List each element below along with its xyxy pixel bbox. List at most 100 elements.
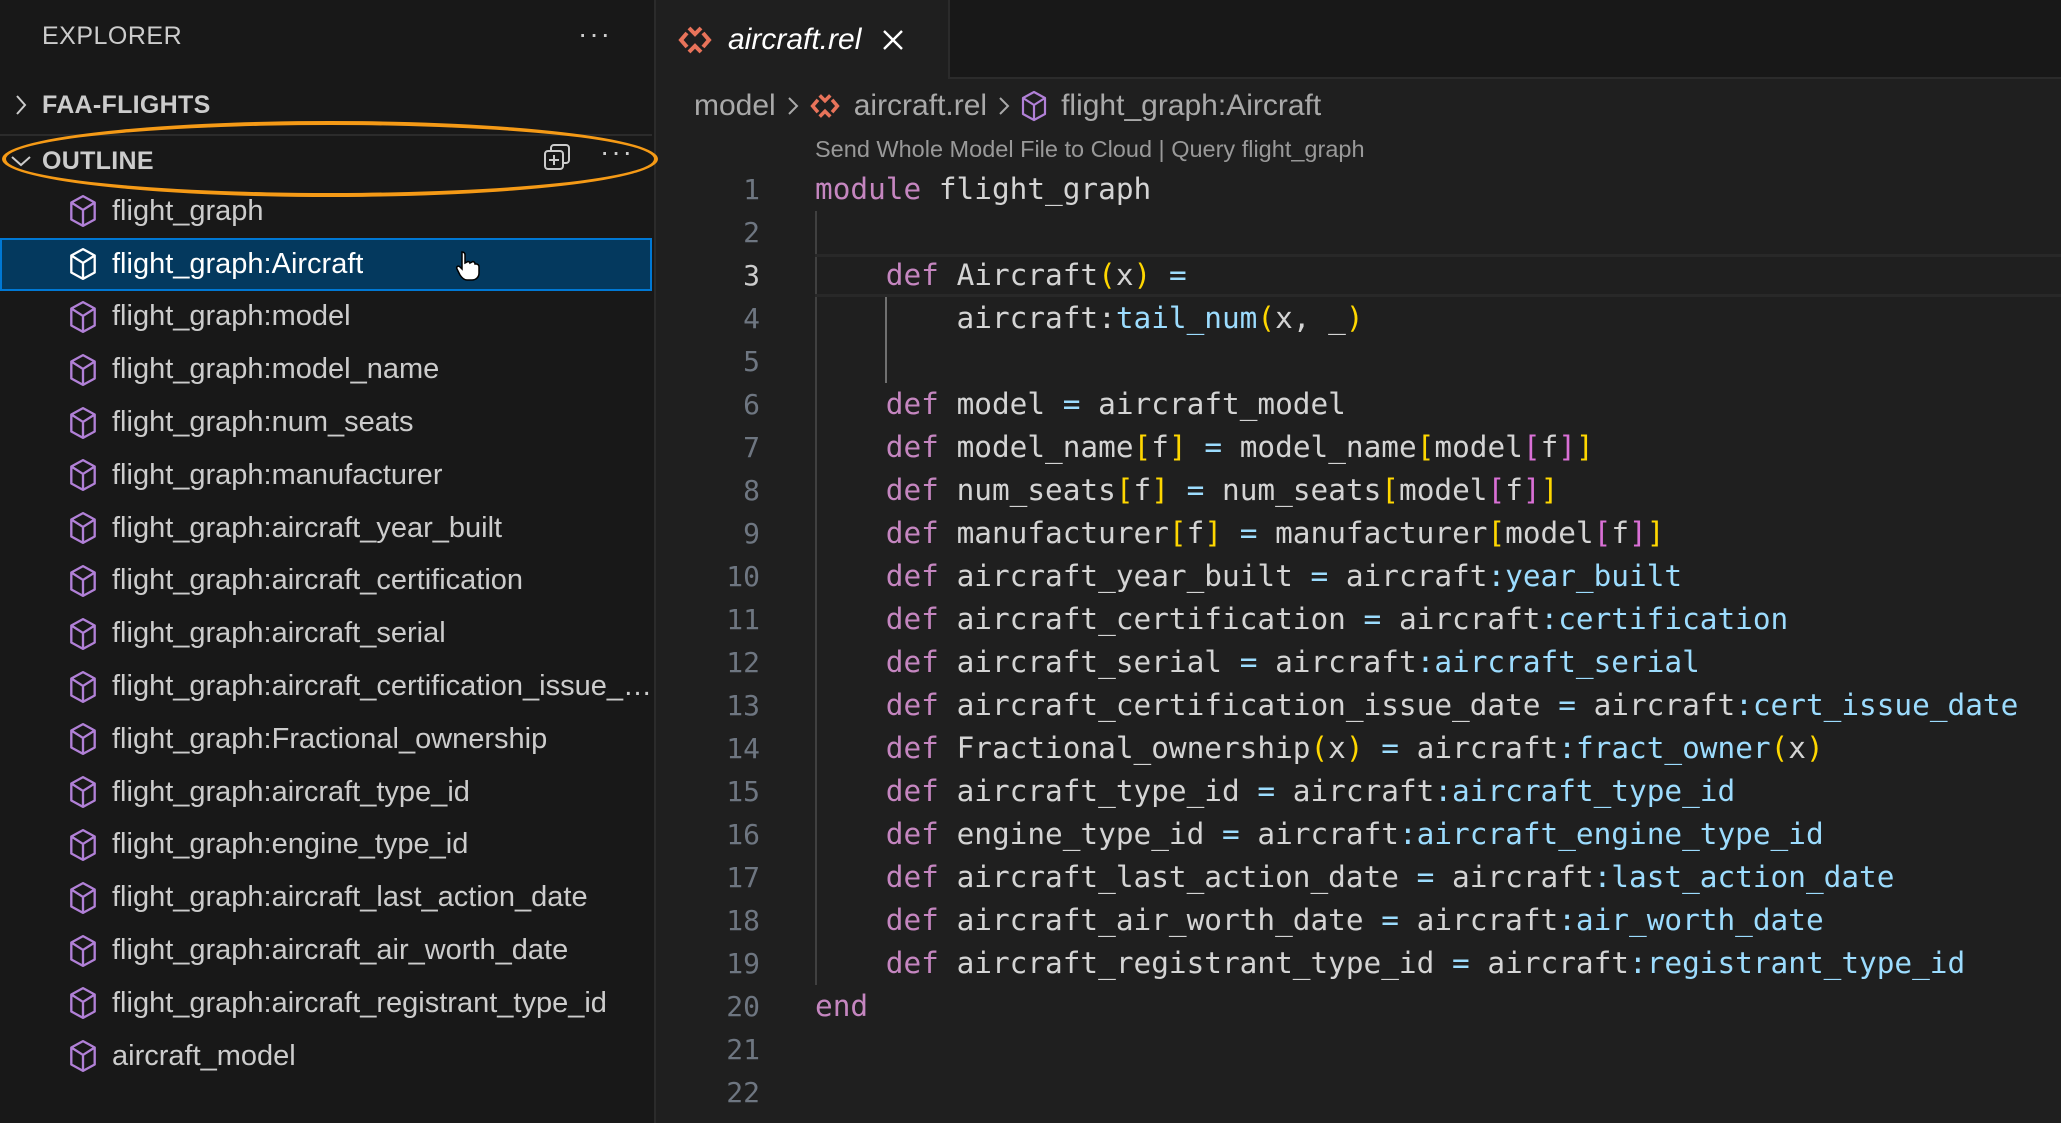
- code-token: model: [1505, 516, 1594, 550]
- code-token: aircraft_certification: [938, 602, 1364, 636]
- code-token: model_name: [938, 430, 1134, 464]
- code-token: manufacturer: [1257, 516, 1488, 550]
- outline-item[interactable]: flight_graph:num_seats: [0, 396, 652, 449]
- outline-item[interactable]: flight_graph:aircraft_serial: [0, 607, 652, 660]
- outline-actions: ···: [542, 138, 634, 172]
- breadcrumb-symbol[interactable]: flight_graph:Aircraft: [1021, 89, 1321, 123]
- module-cube-icon: [68, 1039, 98, 1073]
- module-cube-icon: [68, 458, 98, 492]
- breadcrumb-file[interactable]: aircraft.rel: [810, 89, 987, 123]
- section-label: OUTLINE: [42, 146, 154, 175]
- outline-item-label: flight_graph:engine_type_id: [112, 828, 469, 861]
- close-tab-button[interactable]: [881, 28, 905, 52]
- line-number: 17: [726, 861, 760, 894]
- outline-item-label: flight_graph:aircraft_air_worth_date: [112, 934, 569, 967]
- code-token: ): [1806, 731, 1824, 765]
- code-line: def aircraft_certification_issue_date = …: [815, 684, 2061, 727]
- code-token: flight_graph: [921, 172, 1152, 206]
- query-module-link[interactable]: Query flight_graph: [1171, 136, 1364, 163]
- outline-item[interactable]: flight_graph:aircraft_certification_issu…: [0, 660, 652, 713]
- code-token: :fract_owner: [1558, 731, 1771, 765]
- code-token: def: [885, 903, 939, 937]
- code-token: =: [1239, 516, 1258, 550]
- line-number: 22: [726, 1076, 760, 1109]
- code-token: :last_action_date: [1593, 860, 1895, 894]
- outline-item[interactable]: flight_graph:model_name: [0, 343, 652, 396]
- outline-item-label: flight_graph:model_name: [112, 353, 440, 386]
- code-token: num_seats: [938, 473, 1116, 507]
- codelens-separator: |: [1152, 136, 1172, 162]
- outline-item[interactable]: flight_graph: [0, 185, 652, 238]
- chevron-right-icon: [786, 94, 800, 118]
- code-token: =: [1186, 473, 1205, 507]
- code-line: def model = aircraft_model: [815, 383, 2061, 426]
- explorer-more-actions-button[interactable]: ···: [578, 18, 612, 50]
- outline-item[interactable]: flight_graph:aircraft_type_id: [0, 766, 652, 819]
- module-cube-icon: [68, 986, 98, 1020]
- code-token: def: [885, 731, 939, 765]
- code-token: f: [1611, 516, 1630, 550]
- section-label: FAA-FLIGHTS: [42, 90, 211, 119]
- code-token: f: [1505, 473, 1523, 507]
- outline-item[interactable]: flight_graph:engine_type_id: [0, 819, 652, 872]
- breadcrumb-label: flight_graph:Aircraft: [1061, 89, 1322, 122]
- code-token: aircraft: [1398, 731, 1559, 765]
- outline-item-label: flight_graph:Fractional_ownership: [112, 722, 548, 755]
- code-line: def num_seats[f] = num_seats[model[f]]: [815, 469, 2061, 512]
- code-token: :aircraft_type_id: [1434, 774, 1736, 808]
- outline-item[interactable]: flight_graph:aircraft_certification: [0, 555, 652, 608]
- outline-item[interactable]: flight_graph:aircraft_registrant_type_id: [0, 977, 652, 1030]
- code-token: =: [1222, 817, 1240, 851]
- code-token: :cert_issue_date: [1735, 688, 2019, 722]
- outline-item[interactable]: flight_graph:Fractional_ownership: [0, 713, 652, 766]
- code-token: ]: [1168, 430, 1187, 464]
- code-token: =: [1168, 258, 1187, 292]
- outline-item[interactable]: flight_graph:aircraft_year_built: [0, 502, 652, 555]
- code-token: aircraft:: [815, 301, 1116, 335]
- code-line: module flight_graph: [815, 168, 2061, 211]
- code-token: def: [885, 602, 939, 636]
- code-token: tail_num: [1115, 301, 1258, 335]
- outline-item[interactable]: flight_graph:Aircraft: [0, 237, 652, 291]
- expand-all-button[interactable]: [542, 142, 572, 172]
- breadcrumb-model[interactable]: model: [694, 89, 776, 123]
- line-number: 20: [726, 990, 760, 1023]
- code-token: aircraft: [1328, 559, 1488, 593]
- outline-more-actions-button[interactable]: ···: [600, 138, 634, 166]
- code-token: [: [1133, 430, 1152, 464]
- tab-aircraft-rel[interactable]: aircraft.rel: [656, 0, 950, 79]
- outline-item[interactable]: flight_graph:model: [0, 291, 652, 344]
- code-token: aircraft: [1575, 688, 1736, 722]
- outline-item[interactable]: aircraft_model: [0, 1030, 652, 1083]
- chevron-right-icon: [0, 93, 42, 117]
- section-outline[interactable]: OUTLINE ···: [0, 134, 652, 186]
- code-token: :aircraft_engine_type_id: [1398, 817, 1824, 851]
- code-token: def: [885, 387, 939, 421]
- close-icon: [883, 29, 904, 50]
- outline-item[interactable]: flight_graph:aircraft_last_action_date: [0, 871, 652, 924]
- code-token: def: [885, 645, 939, 679]
- line-number: 11: [726, 603, 760, 636]
- line-number: 15: [726, 775, 760, 808]
- code-token: ): [1345, 301, 1364, 335]
- send-model-to-cloud-link[interactable]: Send Whole Model File to Cloud: [815, 136, 1152, 163]
- section-faa-flights[interactable]: FAA-FLIGHTS: [0, 80, 652, 130]
- codelens: Send Whole Model File to Cloud | Query f…: [815, 136, 1365, 163]
- code-token: aircraft_air_worth_date: [938, 903, 1382, 937]
- module-cube-icon: [68, 670, 98, 704]
- breadcrumb: model aircraft.rel flight_graph:Aircraft: [694, 84, 1321, 128]
- code-token: =: [1363, 602, 1382, 636]
- module-cube-icon: [68, 300, 98, 334]
- outline-item[interactable]: flight_graph:manufacturer: [0, 449, 652, 502]
- outline-item-label: flight_graph:Aircraft: [112, 247, 364, 280]
- outline-item[interactable]: flight_graph:aircraft_air_worth_date: [0, 924, 652, 977]
- line-number: 1: [743, 173, 760, 206]
